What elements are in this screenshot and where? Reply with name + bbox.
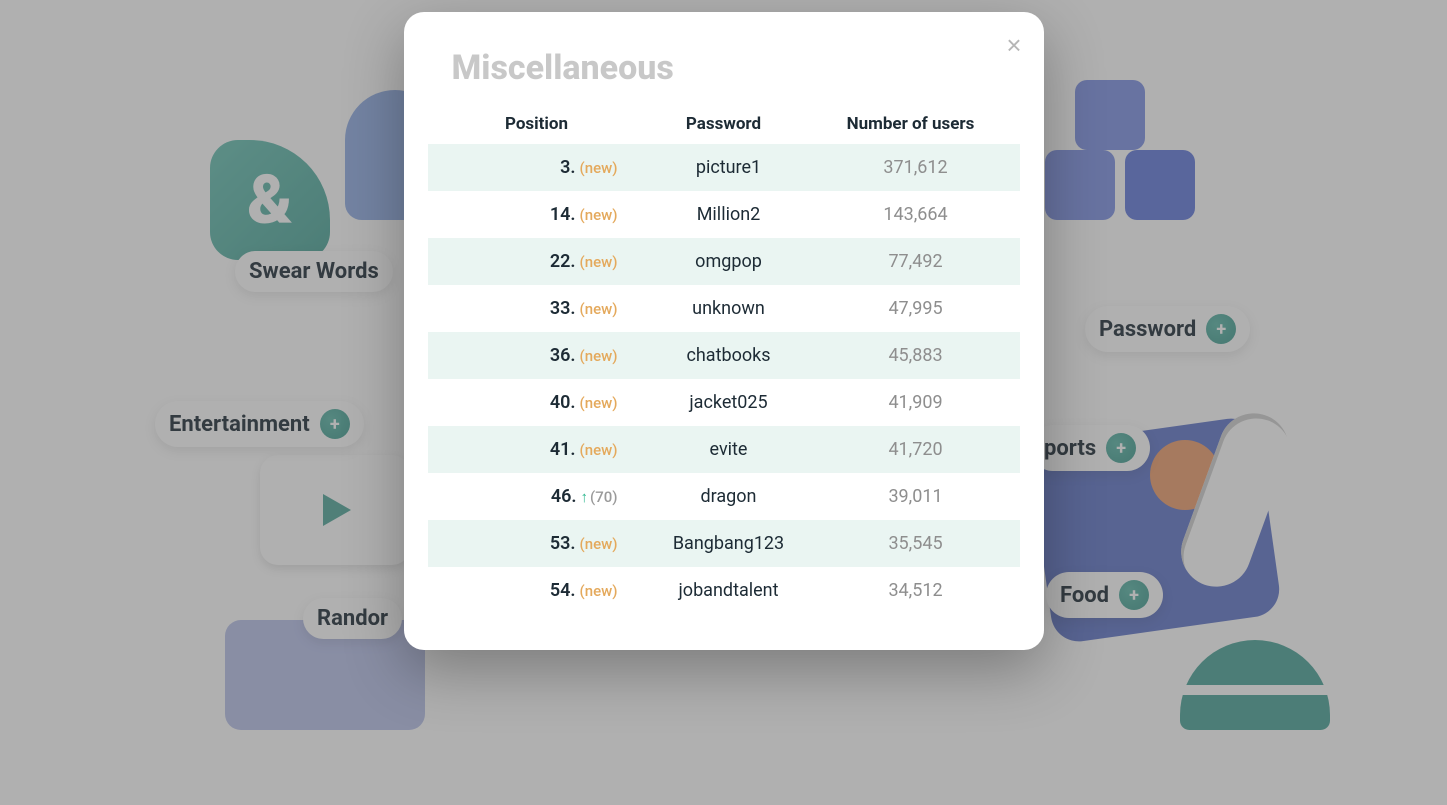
position-cell: 14.(new) <box>452 204 622 225</box>
col-password: Password <box>622 114 826 134</box>
users-cell: 77,492 <box>836 251 996 272</box>
users-cell: 35,545 <box>836 533 996 554</box>
miscellaneous-modal: × Miscellaneous Position Password Number… <box>404 12 1044 650</box>
new-tag: (new) <box>580 582 618 600</box>
position-cell: 41.(new) <box>452 439 622 460</box>
table-row: 41.(new)evite41,720 <box>428 426 1020 473</box>
modal-title: Miscellaneous <box>404 36 1044 104</box>
position-cell: 33.(new) <box>452 298 622 319</box>
users-cell: 39,011 <box>836 486 996 507</box>
new-tag: (new) <box>580 253 618 271</box>
table-row: 22.(new)omgpop77,492 <box>428 238 1020 285</box>
users-cell: 45,883 <box>836 345 996 366</box>
users-cell: 41,720 <box>836 439 996 460</box>
table-row: 53.(new)Bangbang12335,545 <box>428 520 1020 567</box>
new-tag: (new) <box>580 394 618 412</box>
new-tag: (new) <box>580 300 618 318</box>
new-tag: (new) <box>580 206 618 224</box>
password-cell: chatbooks <box>622 345 836 366</box>
position-cell: 54.(new) <box>452 580 622 601</box>
col-users: Number of users <box>826 114 996 134</box>
new-tag: (new) <box>580 347 618 365</box>
table-row: 14.(new)Million2143,664 <box>428 191 1020 238</box>
users-cell: 34,512 <box>836 580 996 601</box>
password-cell: omgpop <box>622 251 836 272</box>
password-cell: jobandtalent <box>622 580 836 601</box>
position-cell: 22.(new) <box>452 251 622 272</box>
close-icon[interactable]: × <box>1006 30 1021 61</box>
new-tag: (new) <box>580 159 618 177</box>
new-tag: (new) <box>580 441 618 459</box>
users-cell: 143,664 <box>836 204 996 225</box>
col-position: Position <box>452 114 622 134</box>
users-cell: 41,909 <box>836 392 996 413</box>
password-cell: dragon <box>622 486 836 507</box>
table-row: 46.↑(70)dragon39,011 <box>428 473 1020 520</box>
table-row: 40.(new)jacket02541,909 <box>428 379 1020 426</box>
password-cell: Bangbang123 <box>622 533 836 554</box>
table-header: Position Password Number of users <box>404 104 1044 144</box>
table-body[interactable]: 3.(new)picture1371,61214.(new)Million214… <box>428 144 1020 614</box>
password-cell: unknown <box>622 298 836 319</box>
rise-tag: ↑(70) <box>581 488 618 506</box>
password-cell: Million2 <box>622 204 836 225</box>
position-cell: 3.(new) <box>452 157 622 178</box>
new-tag: (new) <box>580 535 618 553</box>
modal-overlay[interactable]: × Miscellaneous Position Password Number… <box>0 0 1447 805</box>
table-row: 3.(new)picture1371,612 <box>428 144 1020 191</box>
users-cell: 371,612 <box>836 157 996 178</box>
position-cell: 40.(new) <box>452 392 622 413</box>
password-cell: evite <box>622 439 836 460</box>
password-cell: picture1 <box>622 157 836 178</box>
position-cell: 53.(new) <box>452 533 622 554</box>
table-row: 36.(new)chatbooks45,883 <box>428 332 1020 379</box>
table-row: 54.(new)jobandtalent34,512 <box>428 567 1020 614</box>
users-cell: 47,995 <box>836 298 996 319</box>
position-cell: 36.(new) <box>452 345 622 366</box>
position-cell: 46.↑(70) <box>452 486 622 507</box>
arrow-up-icon: ↑ <box>581 488 589 506</box>
password-cell: jacket025 <box>622 392 836 413</box>
table-row: 33.(new)unknown47,995 <box>428 285 1020 332</box>
